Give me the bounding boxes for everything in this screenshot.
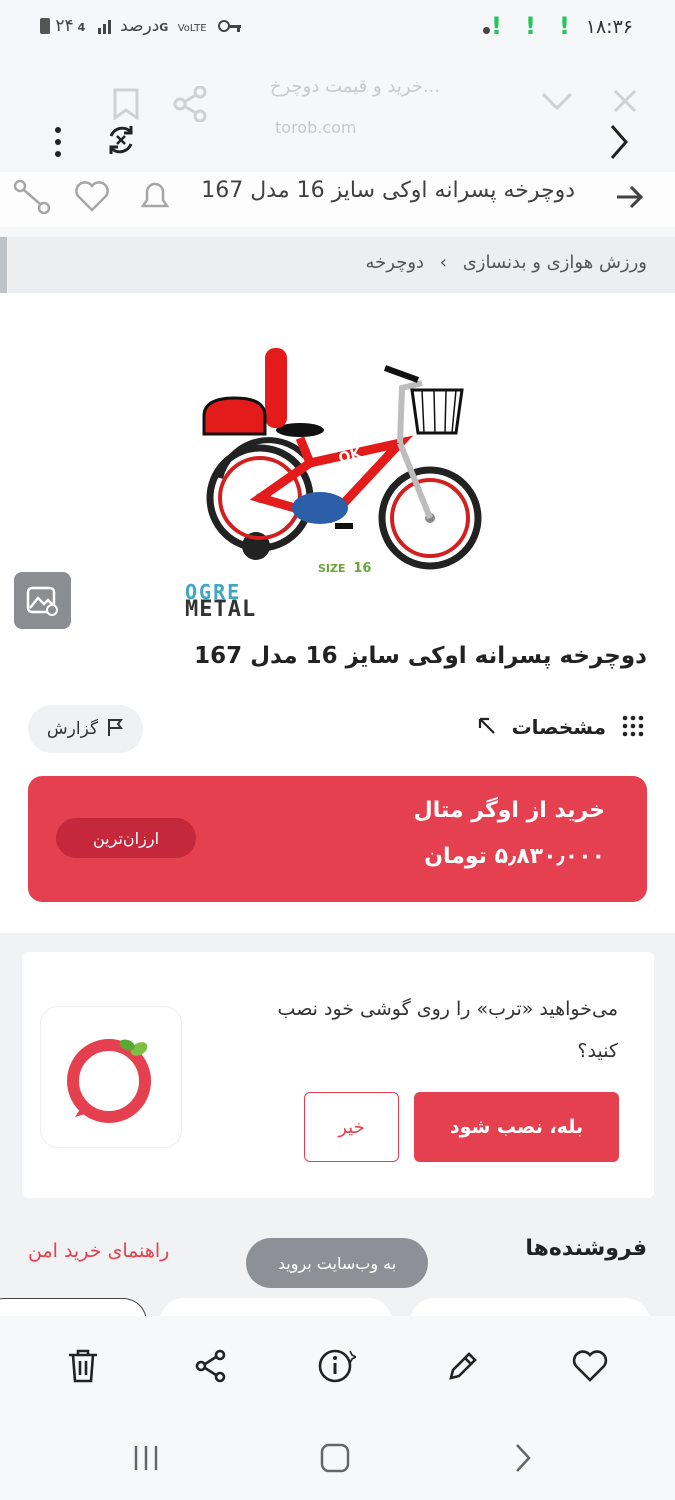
product-image[interactable]: OK <box>190 338 490 578</box>
specs-link[interactable]: مشخصات <box>477 714 645 743</box>
status-bar: ۱۸:۳۶ ! ! ! ۲۴درصد 4G VoLTE <box>0 0 675 58</box>
heart-icon[interactable] <box>572 1350 608 1386</box>
faded-page-title: خرید و قیمت دوچرخ... <box>270 76 441 97</box>
bottom-action-bar <box>0 1316 675 1416</box>
heart-outline-icon[interactable] <box>72 178 112 218</box>
flag-icon <box>106 717 124 742</box>
edit-pencil-icon[interactable] <box>445 1348 481 1388</box>
bookmark-icon-faded <box>112 88 140 124</box>
system-nav-bar <box>0 1416 675 1500</box>
size-label-text: SIZE <box>318 562 346 575</box>
back-arrow-icon[interactable] <box>613 182 645 216</box>
size-value-text: 16 <box>353 561 372 576</box>
battery-icon <box>40 18 50 34</box>
chevron-down-icon <box>539 88 575 116</box>
share-icon[interactable] <box>194 1349 228 1387</box>
gallery-icon <box>26 586 58 616</box>
image-gallery-button[interactable] <box>14 572 71 629</box>
reload-icon[interactable] <box>103 122 139 158</box>
notification-icon: ! <box>525 12 536 40</box>
status-left-cluster: ۲۴درصد 4G VoLTE <box>40 16 242 36</box>
install-question: می‌خواهید «ترب» را روی گوشی خود نصب کنید… <box>277 998 618 1062</box>
brand-logo-line2: METAL <box>185 597 257 622</box>
notification-icons: ! ! ! <box>491 12 570 40</box>
volte-icon: VoLTE <box>177 23 207 34</box>
install-app-prompt: می‌خواهید «ترب» را روی گوشی خود نصب کنید… <box>22 952 654 1198</box>
share-icon[interactable] <box>12 178 52 218</box>
install-no-button[interactable]: خیر <box>304 1092 399 1162</box>
toast-message: به وب‌سایت بروید <box>246 1238 428 1288</box>
grid-dots-icon <box>621 714 645 743</box>
safe-purchase-guide-link[interactable]: راهنمای خرید امن <box>28 1240 169 1262</box>
delete-icon[interactable] <box>66 1348 100 1388</box>
more-options-icon[interactable] <box>46 124 70 160</box>
torob-app-logo <box>40 1006 182 1148</box>
breadcrumb-separator: › <box>439 252 447 273</box>
home-icon[interactable] <box>319 1442 351 1478</box>
breadcrumb-items: ورزش هوازی و بدنسازی › دوچرخه <box>366 252 648 273</box>
notification-icon: ! <box>559 12 570 40</box>
key-icon <box>217 16 242 36</box>
breadcrumb: ورزش هوازی و بدنسازی › دوچرخه <box>8 237 675 293</box>
faded-url: torob.com <box>275 118 357 137</box>
breadcrumb-item[interactable]: ورزش هوازی و بدنسازی <box>463 252 647 273</box>
cheapest-badge: ارزان‌ترین <box>56 818 196 858</box>
info-sparkle-icon[interactable] <box>318 1348 358 1388</box>
breadcrumb-item[interactable]: دوچرخه <box>366 252 425 273</box>
offer-store: خرید از اوگر متال <box>413 798 605 823</box>
notification-icon: ! <box>490 12 502 40</box>
status-time: ۱۸:۳۶ <box>585 16 633 38</box>
notification-dot-icon <box>483 27 490 34</box>
report-label: گزارش <box>46 719 99 739</box>
close-tab-icon <box>610 86 640 120</box>
back-nav-icon[interactable] <box>512 1442 534 1478</box>
specs-label: مشخصات <box>511 715 607 739</box>
share-icon-faded <box>172 85 208 126</box>
torob-logo-icon <box>67 1039 151 1123</box>
size-label: SIZE 16 <box>318 561 371 576</box>
bell-icon[interactable] <box>135 176 175 220</box>
brand-logo: OGRE METAL <box>185 582 257 622</box>
install-yes-button[interactable]: بله، نصب شود <box>414 1092 619 1162</box>
arrow-up-left-icon <box>477 716 497 741</box>
product-title: دوچرخه پسرانه اوکی سایز 16 مدل 167 <box>194 643 647 669</box>
forward-icon[interactable] <box>607 122 631 162</box>
page-header: دوچرخه پسرانه اوکی سایز 16 مدل 167 <box>0 172 675 227</box>
offer-price: ۵٫۸۳۰٫۰۰۰ تومان <box>424 844 605 869</box>
report-button[interactable]: گزارش <box>28 705 143 753</box>
signal-bars-icon <box>91 16 114 36</box>
recent-apps-icon[interactable] <box>132 1444 160 1476</box>
page-header-title: دوچرخه پسرانه اوکی سایز 16 مدل 167 <box>201 178 575 203</box>
sellers-title: فروشنده‌ها <box>525 1236 647 1261</box>
buy-offer-card[interactable]: خرید از اوگر متال ۵٫۸۳۰٫۰۰۰ تومان ارزان‌… <box>28 776 647 902</box>
